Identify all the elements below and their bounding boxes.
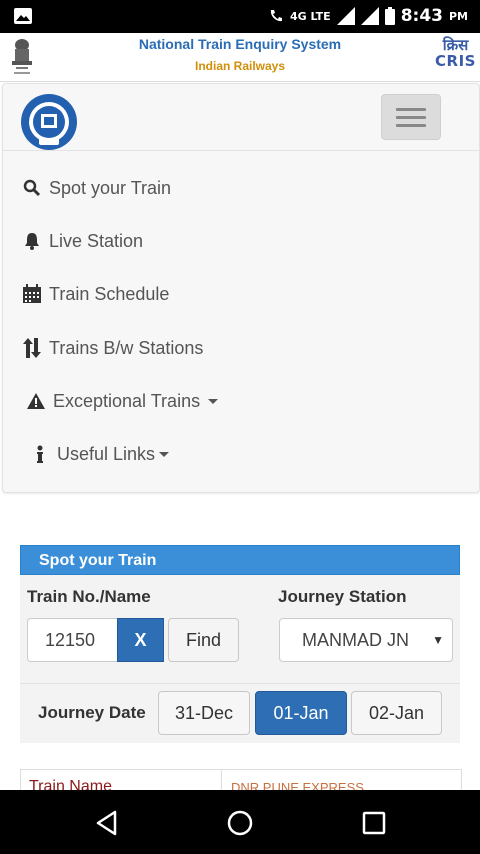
signal-icon-2 bbox=[360, 7, 379, 25]
status-bar: 4G LTE 8:43 PM bbox=[0, 0, 480, 33]
nav-item-label: Exceptional Trains bbox=[53, 390, 201, 411]
back-icon[interactable] bbox=[95, 810, 119, 836]
cris-hindi-text: क्रिस bbox=[442, 36, 469, 54]
dropdown-arrow-icon: ▼ bbox=[432, 633, 444, 647]
journey-station-select[interactable]: MANMAD JN ▼ bbox=[279, 618, 453, 662]
spot-train-panel: Spot your Train Train No./Name Journey S… bbox=[20, 545, 460, 743]
nav-item-useful-links[interactable]: Useful Links bbox=[29, 439, 170, 469]
battery-icon bbox=[384, 7, 395, 25]
site-header: National Train Enquiry System Indian Rai… bbox=[0, 33, 480, 82]
divider bbox=[20, 683, 460, 684]
android-nav-bar bbox=[0, 790, 480, 854]
train-number-input[interactable]: 12150 bbox=[27, 618, 119, 662]
hamburger-bar bbox=[396, 115, 426, 119]
header-subtitle: Indian Railways bbox=[194, 59, 286, 73]
nav-item-train-schedule[interactable]: Train Schedule bbox=[21, 279, 169, 309]
header-title: National Train Enquiry System bbox=[138, 36, 342, 52]
train-label: Train No./Name bbox=[27, 587, 151, 606]
chevron-down-icon bbox=[159, 451, 170, 457]
nav-item-label: Spot your Train bbox=[49, 177, 172, 198]
journey-station-value: MANMAD JN bbox=[302, 630, 409, 650]
nav-item-label: Trains B/w Stations bbox=[49, 337, 204, 358]
menu-toggle-button[interactable] bbox=[381, 94, 441, 140]
hamburger-bar bbox=[396, 123, 426, 127]
find-button[interactable]: Find bbox=[168, 618, 239, 662]
signal-icon bbox=[336, 7, 355, 25]
swap-vertical-icon bbox=[21, 337, 43, 359]
warning-icon bbox=[25, 390, 47, 412]
wifi-call-icon bbox=[270, 10, 282, 22]
journey-date-label: Journey Date bbox=[38, 703, 146, 722]
image-notification-icon bbox=[14, 8, 32, 24]
chevron-down-icon bbox=[208, 398, 219, 404]
station-label: Journey Station bbox=[278, 587, 407, 606]
date-button-selected[interactable]: 01-Jan bbox=[255, 691, 347, 735]
calendar-icon bbox=[21, 283, 43, 305]
ntes-logo[interactable] bbox=[19, 92, 79, 152]
recents-icon[interactable] bbox=[362, 811, 386, 835]
date-button-prev[interactable]: 31-Dec bbox=[158, 691, 250, 735]
cris-text: CRIS bbox=[435, 52, 476, 70]
search-icon bbox=[21, 177, 43, 199]
home-icon[interactable] bbox=[227, 810, 253, 836]
nav-item-label: Live Station bbox=[49, 230, 144, 251]
bell-icon bbox=[21, 230, 43, 252]
nav-topbar bbox=[3, 84, 479, 151]
nav-item-exceptional-trains[interactable]: Exceptional Trains bbox=[25, 386, 219, 416]
date-button-next[interactable]: 02-Jan bbox=[351, 691, 442, 735]
nav-item-trains-between[interactable]: Trains B/w Stations bbox=[21, 333, 203, 363]
panel-title: Spot your Train bbox=[20, 545, 460, 575]
cris-logo: क्रिस CRIS bbox=[435, 37, 476, 69]
hamburger-bar bbox=[396, 107, 426, 111]
info-icon bbox=[29, 443, 51, 465]
nav-item-live-station[interactable]: Live Station bbox=[21, 226, 143, 256]
nav-item-label: Train Schedule bbox=[49, 283, 170, 304]
clear-train-button[interactable]: X bbox=[117, 618, 164, 662]
nav-menu: Spot your Train Live Station Train Sched… bbox=[2, 83, 480, 493]
network-label: 4G LTE bbox=[289, 9, 331, 23]
nav-item-label: Useful Links bbox=[57, 443, 156, 464]
clock-ampm: PM bbox=[448, 9, 468, 23]
nav-item-spot-train[interactable]: Spot your Train bbox=[21, 173, 171, 203]
clock-time: 8:43 bbox=[400, 6, 443, 26]
